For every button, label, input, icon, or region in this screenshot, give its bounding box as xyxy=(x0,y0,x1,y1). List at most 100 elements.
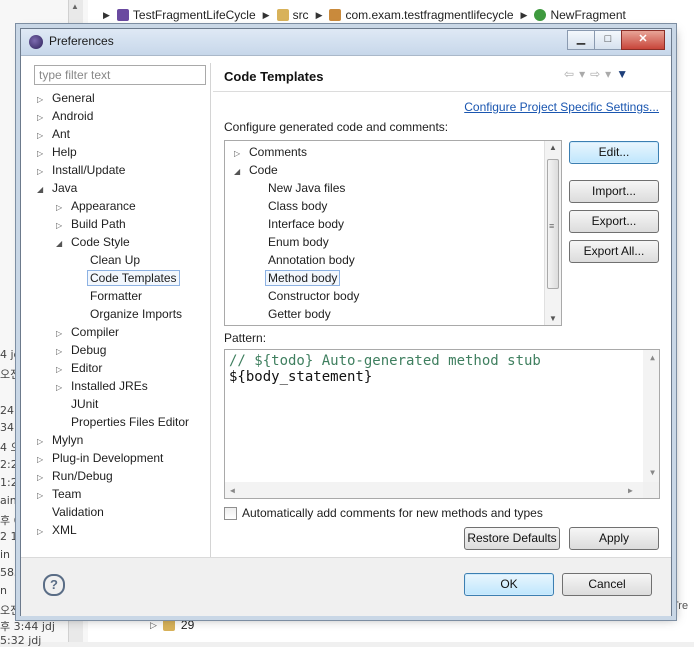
tree-item[interactable]: ▷ Appearance xyxy=(56,197,136,215)
tree-item[interactable]: ▷ Android xyxy=(37,107,93,125)
collapse-icon[interactable]: ◢ xyxy=(234,163,244,181)
maximize-button[interactable]: □ xyxy=(594,30,622,50)
expand-icon[interactable]: ▷ xyxy=(37,523,47,541)
explorer-bottom-item[interactable]: ▷ 29 xyxy=(150,618,194,632)
tree-item[interactable]: Annotation body xyxy=(253,251,355,269)
templates-scrollbar[interactable]: ▲ ≡ ▼ xyxy=(544,141,561,325)
auto-comment-checkbox[interactable] xyxy=(224,506,237,520)
tree-item[interactable]: Class body xyxy=(253,197,327,215)
tree-item[interactable]: JUnit xyxy=(56,395,98,413)
tree-item[interactable]: Enum body xyxy=(253,233,329,251)
editor-breadcrumb: ▶ TestFragmentLifeCycle ▶ src ▶ com.exam… xyxy=(100,4,626,26)
collapse-icon[interactable]: ◢ xyxy=(56,235,66,253)
restore-defaults-button[interactable]: Restore Defaults xyxy=(464,527,560,550)
breadcrumb-src[interactable]: src xyxy=(293,8,309,22)
breadcrumb-package[interactable]: com.exam.testfragmentlifecycle xyxy=(345,8,513,22)
tree-item[interactable]: ▷ Debug xyxy=(56,341,106,359)
tree-item[interactable]: Properties Files Editor xyxy=(56,413,189,431)
folder-icon xyxy=(162,619,175,631)
back-arrow-icon[interactable]: ⇦ xyxy=(564,67,574,81)
auto-comment-option[interactable]: Automatically add comments for new metho… xyxy=(224,506,543,520)
tree-item-label: Java xyxy=(52,181,78,195)
scroll-left-icon[interactable]: ◀ xyxy=(230,486,235,495)
tree-item[interactable]: ▷ XML xyxy=(37,521,77,539)
ok-button[interactable]: OK xyxy=(464,573,554,596)
tree-item[interactable]: New Java files xyxy=(253,179,345,197)
tree-item[interactable]: Interface body xyxy=(253,215,344,233)
breadcrumb-chevron-icon[interactable]: ▶ xyxy=(263,10,270,21)
tree-item[interactable]: Code Templates xyxy=(75,269,180,287)
tree-item[interactable]: ◢ Code Style xyxy=(56,233,130,251)
forward-arrow-icon[interactable]: ⇨ xyxy=(590,67,600,81)
tree-item[interactable]: ▷ Ant xyxy=(37,125,70,143)
tree-item[interactable]: Formatter xyxy=(75,287,142,305)
tree-item-label: Formatter xyxy=(90,289,143,303)
tree-item[interactable]: Validation xyxy=(37,503,104,521)
filter-input[interactable]: type filter text xyxy=(34,65,206,85)
close-button[interactable]: ✕ xyxy=(621,30,665,50)
breadcrumb-chevron-icon[interactable]: ▶ xyxy=(103,10,110,21)
pane-divider[interactable] xyxy=(210,63,211,557)
tree-item[interactable]: Organize Imports xyxy=(75,305,182,323)
edit-button[interactable]: Edit... xyxy=(569,141,659,164)
help-icon[interactable]: ? xyxy=(43,574,65,596)
tree-item[interactable]: ◢ Code xyxy=(234,161,278,179)
dialog-titlebar[interactable]: Preferences ▁ □ ✕ xyxy=(21,29,671,56)
apply-button[interactable]: Apply xyxy=(569,527,659,550)
configure-project-settings-link[interactable]: Configure Project Specific Settings... xyxy=(464,100,659,114)
tree-item[interactable]: Getter body xyxy=(253,305,331,323)
explorer-fragment: 오전 xyxy=(0,604,21,617)
breadcrumb-class[interactable]: NewFragment xyxy=(550,8,625,22)
view-menu-icon[interactable]: ▼ xyxy=(616,67,628,81)
breadcrumb-chevron-icon[interactable]: ▶ xyxy=(316,10,323,21)
preference-tree-pane: type filter text ▷ General ▷ Android ▷ Ant ▷ He… xyxy=(29,63,211,557)
tree-item[interactable]: ▷ Compiler xyxy=(56,323,119,341)
tree-item[interactable]: ▷ Mylyn xyxy=(37,431,83,449)
scroll-down-icon[interactable]: ▼ xyxy=(545,314,561,323)
tree-item[interactable]: Constructor body xyxy=(253,287,359,305)
tree-item[interactable]: ▷ Install/Update xyxy=(37,161,125,179)
collapse-icon[interactable]: ◢ xyxy=(37,181,47,199)
templates-tree: ▷ Comments ◢ Code New Java files Class body In… xyxy=(224,140,562,326)
tree-item[interactable]: Clean Up xyxy=(75,251,140,269)
export-all-button[interactable]: Export All... xyxy=(569,240,659,263)
expand-icon[interactable]: ▷ xyxy=(150,620,157,631)
tree-item-label: Class body xyxy=(268,199,328,213)
pattern-vertical-scrollbar[interactable] xyxy=(643,350,659,482)
scroll-down-icon[interactable]: ▼ xyxy=(650,468,655,477)
tree-item[interactable]: ▷ Plug-in Development xyxy=(37,449,163,467)
tree-item[interactable]: ◢ Java xyxy=(37,179,77,197)
tree-item[interactable]: ▷ Editor xyxy=(56,359,102,377)
scroll-up-arrow-icon[interactable]: ▲ xyxy=(68,2,82,12)
minimize-button[interactable]: ▁ xyxy=(567,30,595,50)
breadcrumb-chevron-icon[interactable]: ▶ xyxy=(521,10,528,21)
tree-item[interactable]: ▷ General xyxy=(37,89,95,107)
tree-item-label: Enum body xyxy=(268,235,329,249)
tree-item-label: Interface body xyxy=(268,217,345,231)
tree-item-label: Help xyxy=(52,145,77,159)
pattern-editor[interactable]: // ${todo} Auto-generated method stub ${… xyxy=(224,349,660,499)
pattern-horizontal-scrollbar[interactable] xyxy=(225,482,643,498)
tree-item[interactable]: ▷ Comments xyxy=(234,143,307,161)
pattern-line-comment: // ${todo} Auto-generated method stub xyxy=(229,353,541,369)
explorer-fragment: n xyxy=(0,584,7,597)
scroll-right-icon[interactable]: ▶ xyxy=(628,486,633,495)
explorer-fragment: 583 xyxy=(0,566,21,579)
scroll-up-icon[interactable]: ▲ xyxy=(650,353,655,362)
page-navigation: ⇦ ▾ ⇨ ▾ ▼ xyxy=(564,67,628,81)
tree-item[interactable]: ▷ Help xyxy=(37,143,77,161)
scroll-up-icon[interactable]: ▲ xyxy=(545,143,561,152)
forward-dropdown-icon[interactable]: ▾ xyxy=(605,67,611,81)
tree-item[interactable]: ▷ Team xyxy=(37,485,81,503)
page-title: Code Templates xyxy=(224,69,324,84)
export-button[interactable]: Export... xyxy=(569,210,659,233)
auto-comment-label: Automatically add comments for new metho… xyxy=(242,506,543,520)
cancel-button[interactable]: Cancel xyxy=(562,573,652,596)
import-button[interactable]: Import... xyxy=(569,180,659,203)
back-dropdown-icon[interactable]: ▾ xyxy=(579,67,585,81)
tree-item[interactable]: ▷ Build Path xyxy=(56,215,126,233)
tree-item[interactable]: ▷ Installed JREs xyxy=(56,377,148,395)
breadcrumb-project[interactable]: TestFragmentLifeCycle xyxy=(133,8,256,22)
tree-item[interactable]: ▷ Run/Debug xyxy=(37,467,113,485)
tree-item[interactable]: Method body xyxy=(253,269,341,287)
